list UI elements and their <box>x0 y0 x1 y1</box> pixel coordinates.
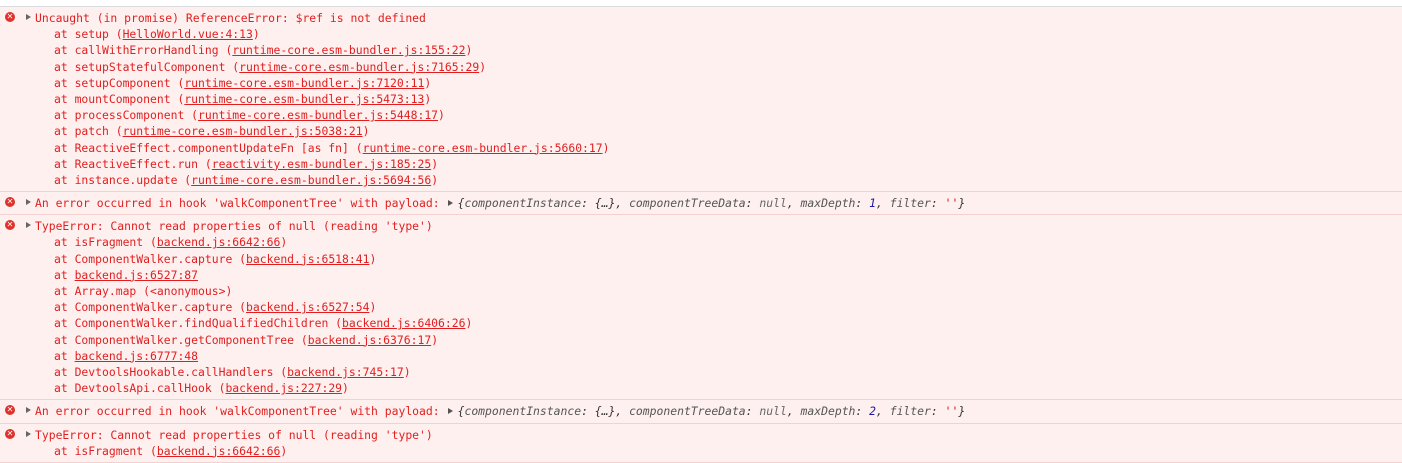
stack-frame: at processComponent (runtime-core.esm-bu… <box>54 108 445 123</box>
stack-frame: at ReactiveEffect.run (reactivity.esm-bu… <box>54 156 439 171</box>
stack-frame: at instance.update (runtime-core.esm-bun… <box>54 172 439 187</box>
stack-frame: at backend.js:6527:87 <box>54 267 199 282</box>
source-link[interactable]: runtime-core.esm-bundler.js:155:22 <box>232 43 465 57</box>
error-icon: ✕ <box>5 405 15 416</box>
source-link[interactable]: backend.js:6376:17 <box>308 333 431 347</box>
expand-triangle-icon[interactable] <box>26 14 31 20</box>
stack-frame: at isFragment (backend.js:6642:66) <box>54 443 288 458</box>
source-link[interactable]: backend.js:6777:48 <box>75 349 198 363</box>
console-error-message: ✕ Uncaught (in promise) ReferenceError: … <box>0 7 1402 193</box>
source-link[interactable]: reactivity.esm-bundler.js:185:25 <box>212 157 431 171</box>
source-link[interactable]: HelloWorld.vue:4:13 <box>123 27 253 41</box>
object-expand-triangle-icon[interactable] <box>447 199 453 206</box>
source-link[interactable]: backend.js:6642:66 <box>157 235 280 249</box>
stack-frame: at setup (HelloWorld.vue:4:13) <box>54 27 260 42</box>
source-link[interactable]: runtime-core.esm-bundler.js:5694:56 <box>191 173 431 187</box>
expand-triangle-icon[interactable] <box>26 407 31 414</box>
expand-triangle-icon[interactable] <box>26 199 31 206</box>
source-link[interactable]: runtime-core.esm-bundler.js:5038:21 <box>123 124 363 138</box>
stack-frame: at ComponentWalker.getComponentTree (bac… <box>54 332 439 347</box>
stack-frame: at ComponentWalker.capture (backend.js:6… <box>54 300 377 315</box>
source-link[interactable]: backend.js:6527:54 <box>246 300 369 314</box>
error-text[interactable]: TypeError: Cannot read properties of nul… <box>35 427 1402 443</box>
stack-frame: at mountComponent (runtime-core.esm-bund… <box>54 91 432 106</box>
error-icon: ✕ <box>5 220 15 231</box>
error-icon: ✕ <box>5 428 15 439</box>
stack-frame: at ComponentWalker.findQualifiedChildren… <box>54 316 473 331</box>
console-error-message: ✕ An error occurred in hook 'walkCompone… <box>0 400 1402 424</box>
source-link[interactable]: runtime-core.esm-bundler.js:7165:29 <box>239 60 479 74</box>
console-error-message: ✕ TypeError: Cannot read properties of n… <box>0 424 1402 463</box>
payload-object-preview[interactable]: {componentInstance: {…}, componentTreeDa… <box>458 196 966 210</box>
console-toolbar-edge <box>0 0 1402 7</box>
hook-error-line: An error occurred in hook 'walkComponent… <box>35 403 1402 419</box>
source-link[interactable]: backend.js:6642:66 <box>157 444 280 458</box>
source-link[interactable]: runtime-core.esm-bundler.js:5473:13 <box>184 92 424 106</box>
console-messages: ✕ Uncaught (in promise) ReferenceError: … <box>0 7 1402 463</box>
stack-frame: at callWithErrorHandling (runtime-core.e… <box>54 43 473 58</box>
source-link[interactable]: runtime-core.esm-bundler.js:5660:17 <box>363 141 603 155</box>
error-text[interactable]: An error occurred in hook 'walkComponent… <box>35 196 440 210</box>
source-link[interactable]: backend.js:6406:26 <box>342 316 465 330</box>
stack-frame: at setupComponent (runtime-core.esm-bund… <box>54 75 432 90</box>
payload-object-preview[interactable]: {componentInstance: {…}, componentTreeDa… <box>458 404 966 418</box>
error-text[interactable]: An error occurred in hook 'walkComponent… <box>35 404 440 418</box>
stack-frame: at ReactiveEffect.componentUpdateFn [as … <box>54 140 610 155</box>
stack-frame: at DevtoolsHookable.callHandlers (backen… <box>54 364 411 379</box>
expand-triangle-icon[interactable] <box>26 430 31 437</box>
console-error-message: ✕ TypeError: Cannot read properties of n… <box>0 215 1402 401</box>
source-link[interactable]: backend.js:745:17 <box>287 365 404 379</box>
source-link[interactable]: backend.js:6518:41 <box>246 252 369 266</box>
stack-frame: at setupStatefulComponent (runtime-core.… <box>54 59 487 74</box>
stack-frame: at DevtoolsApi.callHook (backend.js:227:… <box>54 381 349 396</box>
source-link[interactable]: runtime-core.esm-bundler.js:7120:11 <box>184 76 424 90</box>
error-icon: ✕ <box>5 197 15 208</box>
source-link[interactable]: backend.js:6527:87 <box>75 268 198 282</box>
expand-triangle-icon[interactable] <box>26 222 31 229</box>
stack-frame: at ComponentWalker.capture (backend.js:6… <box>54 251 377 266</box>
error-text[interactable]: TypeError: Cannot read properties of nul… <box>35 218 1402 234</box>
source-link[interactable]: runtime-core.esm-bundler.js:5448:17 <box>198 108 438 122</box>
error-icon: ✕ <box>5 12 15 22</box>
hook-error-line: An error occurred in hook 'walkComponent… <box>35 195 1402 211</box>
stack-frame: at isFragment (backend.js:6642:66) <box>54 235 288 250</box>
object-expand-triangle-icon[interactable] <box>447 407 453 414</box>
source-link[interactable]: backend.js:227:29 <box>225 381 342 395</box>
error-text[interactable]: Uncaught (in promise) ReferenceError: $r… <box>35 10 1402 26</box>
stack-frame: at Array.map (<anonymous>) <box>54 284 233 298</box>
stack-frame: at backend.js:6777:48 <box>54 348 199 363</box>
console-error-message: ✕ An error occurred in hook 'walkCompone… <box>0 192 1402 216</box>
stack-frame: at patch (runtime-core.esm-bundler.js:50… <box>54 124 370 139</box>
